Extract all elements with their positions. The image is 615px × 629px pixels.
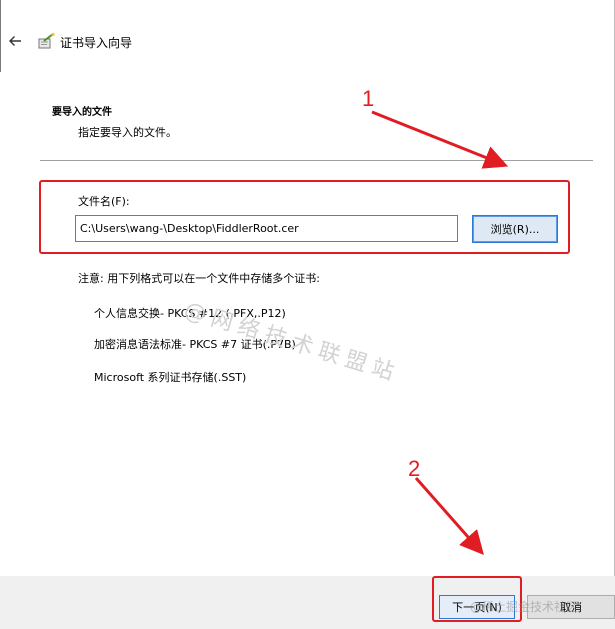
window-title: 证书导入向导 <box>60 36 133 50</box>
annotation-number-1: 1 <box>362 86 375 111</box>
header-divider <box>40 160 593 161</box>
section-description: 指定要导入的文件。 <box>78 126 177 139</box>
annotation-arrow-2 <box>414 477 484 555</box>
format-item-sst: Microsoft 系列证书存储(.SST) <box>94 371 247 384</box>
annotation-arrows <box>371 110 509 555</box>
annotation-highlight-file-box <box>39 180 570 254</box>
source-watermark: @稀土掘金技术社区 <box>470 600 579 614</box>
back-arrow-icon[interactable] <box>6 32 24 50</box>
annotation-number-2: 2 <box>408 456 421 481</box>
note-text: 注意: 用下列格式可以在一个文件中存储多个证书: <box>78 272 320 285</box>
certificate-wizard-icon <box>38 32 56 50</box>
annotation-arrow-1 <box>371 110 509 169</box>
section-heading: 要导入的文件 <box>52 107 112 118</box>
wizard-header: 证书导入向导 <box>0 22 615 62</box>
